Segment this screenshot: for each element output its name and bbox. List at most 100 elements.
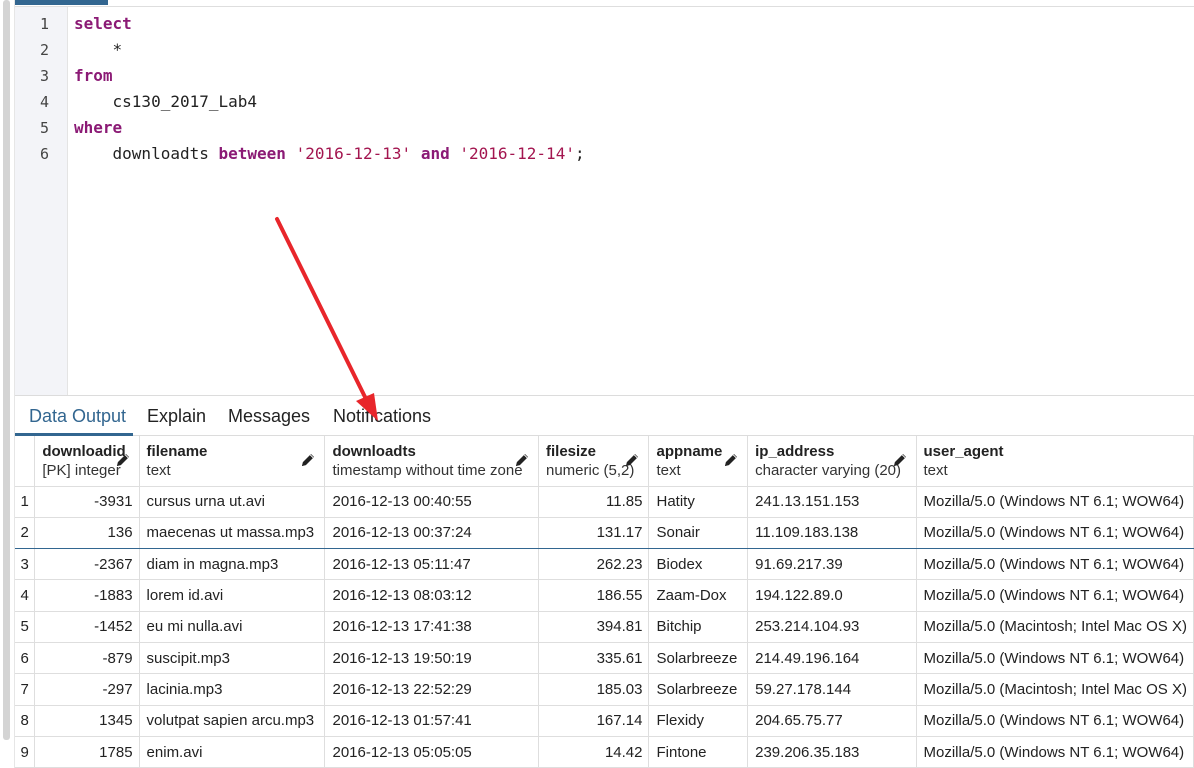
cell-downloadts[interactable]: 2016-12-13 22:52:29 — [324, 673, 539, 706]
tab-notifications[interactable]: Notifications — [333, 406, 431, 427]
tab-data-output[interactable]: Data Output — [29, 406, 126, 427]
cell-downloadts[interactable]: 2016-12-13 00:37:24 — [324, 516, 539, 550]
column-header-filename[interactable]: filename text — [139, 436, 326, 487]
cell-downloadid[interactable]: -1883 — [34, 579, 140, 612]
row-number[interactable]: 8 — [15, 705, 36, 737]
edit-pencil-icon[interactable] — [514, 452, 530, 468]
cell-downloadts[interactable]: 2016-12-13 00:40:55 — [324, 486, 539, 518]
cell-filename[interactable]: maecenas ut massa.mp3 — [139, 516, 326, 550]
table-row[interactable]: 6 -879 suscipit.mp3 2016-12-13 19:50:19 335.… — [15, 642, 1194, 675]
cell-filename[interactable]: enim.avi — [139, 736, 326, 768]
cell-user_agent[interactable]: Mozilla/5.0 (Windows NT 6.1; WOW64) — [916, 548, 1194, 581]
column-header-filesize[interactable]: filesize numeric (5,2) — [538, 436, 650, 487]
cell-appname[interactable]: Sonair — [648, 516, 749, 550]
cell-appname[interactable]: Solarbreeze — [648, 642, 749, 675]
cell-filename[interactable]: eu mi nulla.avi — [139, 611, 326, 643]
row-number[interactable]: 6 — [15, 642, 36, 675]
cell-appname[interactable]: Hatity — [648, 486, 749, 518]
table-row[interactable]: 2 136 maecenas ut massa.mp3 2016-12-13 00:3… — [15, 516, 1194, 550]
cell-filename[interactable]: suscipit.mp3 — [139, 642, 326, 675]
table-row[interactable]: 8 1345 volutpat sapien arcu.mp3 2016-12-13 … — [15, 705, 1194, 737]
cell-ip_address[interactable]: 11.109.183.138 — [747, 516, 917, 550]
cell-ip_address[interactable]: 239.206.35.183 — [747, 736, 917, 768]
cell-downloadts[interactable]: 2016-12-13 05:11:47 — [324, 548, 539, 581]
cell-downloadts[interactable]: 2016-12-13 17:41:38 — [324, 611, 539, 643]
edit-pencil-icon[interactable] — [300, 452, 316, 468]
cell-filename[interactable]: lacinia.mp3 — [139, 673, 326, 706]
cell-user_agent[interactable]: Mozilla/5.0 (Windows NT 6.1; WOW64) — [916, 642, 1194, 675]
cell-ip_address[interactable]: 91.69.217.39 — [747, 548, 917, 581]
edit-pencil-icon[interactable] — [892, 452, 908, 468]
cell-downloadid[interactable]: 136 — [34, 516, 140, 550]
row-number[interactable]: 9 — [15, 736, 36, 768]
cell-user_agent[interactable]: Mozilla/5.0 (Windows NT 6.1; WOW64) — [916, 486, 1194, 518]
cell-downloadts[interactable]: 2016-12-13 08:03:12 — [324, 579, 539, 612]
cell-filename[interactable]: diam in magna.mp3 — [139, 548, 326, 581]
code-line[interactable]: where — [74, 118, 122, 137]
edit-pencil-icon[interactable] — [624, 452, 640, 468]
cell-filesize[interactable]: 394.81 — [538, 611, 650, 643]
cell-appname[interactable]: Zaam-Dox — [648, 579, 749, 612]
code-area[interactable]: select * from cs130_2017_Lab4 where downlo… — [68, 7, 1194, 395]
tab-explain[interactable]: Explain — [147, 406, 206, 427]
cell-user_agent[interactable]: Mozilla/5.0 (Windows NT 6.1; WOW64) — [916, 516, 1194, 550]
cell-ip_address[interactable]: 194.122.89.0 — [747, 579, 917, 612]
cell-appname[interactable]: Flexidy — [648, 705, 749, 737]
cell-ip_address[interactable]: 214.49.196.164 — [747, 642, 917, 675]
row-number[interactable]: 1 — [15, 486, 36, 518]
cell-ip_address[interactable]: 253.214.104.93 — [747, 611, 917, 643]
table-row[interactable]: 9 1785 enim.avi 2016-12-13 05:05:05 14.42 Fin… — [15, 736, 1194, 768]
cell-filesize[interactable]: 167.14 — [538, 705, 650, 737]
cell-appname[interactable]: Fintone — [648, 736, 749, 768]
cell-downloadid[interactable]: -2367 — [34, 548, 140, 581]
column-header-ip_address[interactable]: ip_address character varying (20) — [747, 436, 917, 487]
edit-pencil-icon[interactable] — [115, 452, 131, 468]
row-number[interactable]: 5 — [15, 611, 36, 643]
cell-filename[interactable]: cursus urna ut.avi — [139, 486, 326, 518]
cell-ip_address[interactable]: 241.13.151.153 — [747, 486, 917, 518]
tab-messages[interactable]: Messages — [228, 406, 310, 427]
cell-filesize[interactable]: 262.23 — [538, 548, 650, 581]
left-scrollbar[interactable] — [0, 0, 15, 768]
table-row[interactable]: 1 -3931 cursus urna ut.avi 2016-12-13 00:40… — [15, 486, 1194, 518]
cell-user_agent[interactable]: Mozilla/5.0 (Macintosh; Intel Mac OS X) — [916, 673, 1194, 706]
table-row[interactable]: 5 -1452 eu mi nulla.avi 2016-12-13 17:41:38… — [15, 611, 1194, 643]
cell-downloadts[interactable]: 2016-12-13 01:57:41 — [324, 705, 539, 737]
left-scrollbar-thumb[interactable] — [3, 0, 10, 740]
cell-user_agent[interactable]: Mozilla/5.0 (Windows NT 6.1; WOW64) — [916, 579, 1194, 612]
code-line[interactable]: from — [74, 66, 113, 85]
cell-user_agent[interactable]: Mozilla/5.0 (Windows NT 6.1; WOW64) — [916, 736, 1194, 768]
cell-ip_address[interactable]: 59.27.178.144 — [747, 673, 917, 706]
cell-downloadid[interactable]: -3931 — [34, 486, 140, 518]
table-row[interactable]: 3 -2367 diam in magna.mp3 2016-12-13 05:11:… — [15, 548, 1194, 581]
cell-user_agent[interactable]: Mozilla/5.0 (Macintosh; Intel Mac OS X) — [916, 611, 1194, 643]
cell-ip_address[interactable]: 204.65.75.77 — [747, 705, 917, 737]
cell-appname[interactable]: Bitchip — [648, 611, 749, 643]
column-header-user_agent[interactable]: user_agent text — [916, 436, 1194, 487]
sql-editor[interactable]: 1 2 3 4 5 6 select * from cs130_2017_Lab4 where… — [15, 7, 1194, 395]
row-number[interactable]: 4 — [15, 579, 36, 612]
row-number[interactable]: 2 — [15, 516, 36, 550]
table-row[interactable]: 7 -297 lacinia.mp3 2016-12-13 22:52:29 185.0… — [15, 673, 1194, 706]
row-number[interactable]: 7 — [15, 673, 36, 706]
cell-downloadid[interactable]: -1452 — [34, 611, 140, 643]
column-header-downloadts[interactable]: downloadts timestamp without time zone — [324, 436, 539, 487]
cell-user_agent[interactable]: Mozilla/5.0 (Windows NT 6.1; WOW64) — [916, 705, 1194, 737]
cell-filename[interactable]: lorem id.avi — [139, 579, 326, 612]
cell-downloadid[interactable]: -297 — [34, 673, 140, 706]
cell-appname[interactable]: Solarbreeze — [648, 673, 749, 706]
cell-appname[interactable]: Biodex — [648, 548, 749, 581]
select-all-corner[interactable] — [15, 436, 36, 487]
cell-downloadid[interactable]: -879 — [34, 642, 140, 675]
cell-filesize[interactable]: 335.61 — [538, 642, 650, 675]
cell-filesize[interactable]: 14.42 — [538, 736, 650, 768]
cell-downloadts[interactable]: 2016-12-13 05:05:05 — [324, 736, 539, 768]
cell-filename[interactable]: volutpat sapien arcu.mp3 — [139, 705, 326, 737]
code-line[interactable]: select — [74, 14, 132, 33]
column-header-appname[interactable]: appname text — [648, 436, 749, 487]
cell-downloadts[interactable]: 2016-12-13 19:50:19 — [324, 642, 539, 675]
row-number[interactable]: 3 — [15, 548, 36, 581]
code-line[interactable]: downloadts between '2016-12-13' and '201… — [74, 144, 585, 163]
cell-filesize[interactable]: 11.85 — [538, 486, 650, 518]
column-header-downloadid[interactable]: downloadid [PK] integer — [34, 436, 140, 487]
